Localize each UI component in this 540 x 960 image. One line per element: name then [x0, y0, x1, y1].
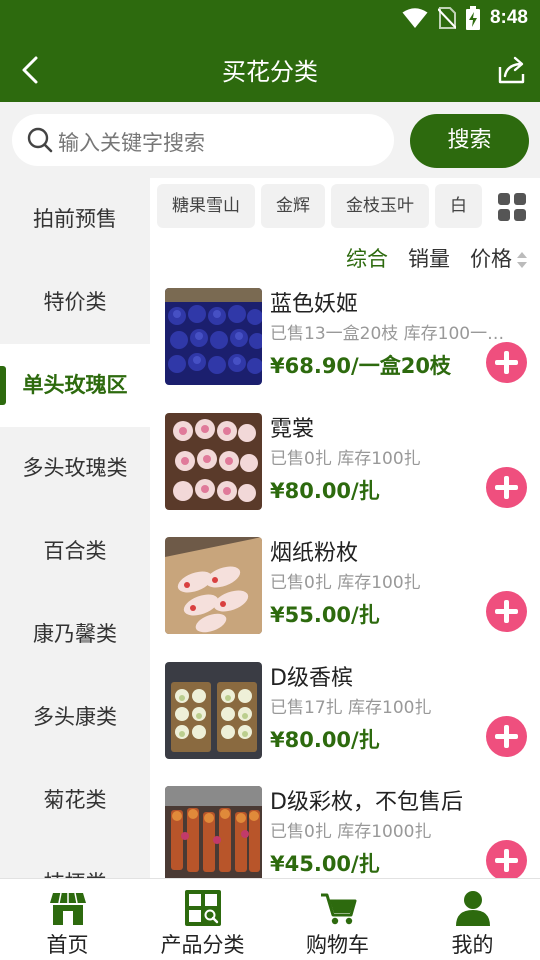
product-image[interactable]: [165, 288, 262, 385]
wifi-icon: [402, 8, 428, 28]
product-item[interactable]: D级彩枚，不包售后 已售0扎 库存1000扎 ¥45.00/扎: [150, 784, 540, 878]
nav-cart[interactable]: 购物车: [270, 879, 405, 960]
subcategory-tags: 糖果雪山 金辉 金枝玉叶白: [157, 184, 487, 230]
nav-mine[interactable]: 我的: [405, 879, 540, 960]
search-input[interactable]: 输入关键字搜索: [12, 114, 394, 166]
share-icon[interactable]: [494, 53, 528, 87]
sort-sales[interactable]: 销量: [408, 243, 450, 273]
sidebar-item-lily[interactable]: 百合类: [0, 510, 150, 593]
tag-item[interactable]: 糖果雪山: [157, 184, 255, 228]
sidebar-item-single-rose[interactable]: 单头玫瑰区: [0, 344, 150, 427]
add-to-cart-button[interactable]: [486, 591, 527, 632]
category-sidebar: 拍前预售 特价类 单头玫瑰区 多头玫瑰类 百合类 康乃馨类 多头康类 菊花类 桔…: [0, 178, 150, 878]
sidebar-item-chrysanthemum[interactable]: 菊花类: [0, 759, 150, 842]
add-to-cart-button[interactable]: [486, 715, 527, 757]
bottom-nav: 首页 产品分类 购物车 我的: [0, 878, 540, 960]
product-item[interactable]: 霓裳 已售0扎 库存100扎 ¥80.00/扎: [150, 411, 540, 536]
sort-comprehensive[interactable]: 综合: [346, 243, 388, 273]
tag-item[interactable]: 白: [435, 184, 482, 228]
product-list: 蓝色妖姬 已售13一盒20枝 库存100一盒20枝 ¥68.90/一盒20枝: [150, 286, 540, 878]
sidebar-item-eustoma[interactable]: 桔梗类: [0, 842, 150, 878]
sidebar-item-multi-rose[interactable]: 多头玫瑰类: [0, 427, 150, 510]
status-time: 8:48: [489, 7, 528, 28]
nav-label: 我的: [451, 933, 494, 957]
add-to-cart-button[interactable]: [486, 342, 527, 383]
product-price: ¥80.00/扎: [270, 478, 380, 503]
product-name: D级香槟: [270, 665, 353, 691]
add-to-cart-button[interactable]: [486, 466, 527, 508]
product-meta: 已售17扎 库存100扎: [270, 697, 432, 718]
sidebar-item-special-price[interactable]: 特价类: [0, 261, 150, 344]
product-meta: 已售13一盒20枝 库存100一盒20枝: [270, 324, 514, 344]
product-price: ¥45.00/扎: [270, 852, 380, 876]
product-image[interactable]: [165, 786, 262, 878]
no-sim-icon: [437, 7, 456, 29]
product-image[interactable]: [165, 661, 262, 759]
page-title: 买花分类: [222, 58, 318, 86]
grid-view-icon[interactable]: [498, 193, 526, 221]
nav-label: 产品分类: [160, 933, 245, 957]
product-name: 蓝色妖姬: [270, 292, 359, 317]
product-meta: 已售0扎 库存100扎: [270, 573, 421, 593]
search-icon: [27, 127, 53, 153]
product-meta: 已售0扎 库存1000扎: [270, 822, 432, 842]
product-item[interactable]: 蓝色妖姬 已售13一盒20枝 库存100一盒20枝 ¥68.90/一盒20枝: [150, 286, 540, 411]
product-meta: 已售0扎 库存100扎: [270, 448, 421, 469]
product-image[interactable]: [165, 412, 262, 510]
product-price: ¥55.00/扎: [270, 603, 380, 627]
tag-item[interactable]: 金辉: [261, 184, 325, 228]
product-name: D级彩枚，不包售后: [270, 790, 463, 815]
product-item[interactable]: 烟纸粉枚 已售0扎 库存100扎 ¥55.00/扎: [150, 535, 540, 660]
nav-category[interactable]: 产品分类: [135, 879, 270, 960]
battery-charging-icon: [465, 6, 480, 30]
nav-label: 首页: [46, 933, 89, 957]
product-image[interactable]: [165, 537, 262, 634]
product-price: ¥80.00/扎: [270, 727, 380, 752]
store-icon: [49, 892, 86, 925]
sidebar-item-multi-carnation[interactable]: 多头康类: [0, 676, 150, 759]
sort-price-label: 价格: [470, 247, 512, 271]
cart-icon: [320, 893, 356, 925]
search-placeholder: 输入关键字搜索: [58, 131, 205, 155]
product-item[interactable]: D级香槟 已售17扎 库存100扎 ¥80.00/扎: [150, 660, 540, 785]
tag-item[interactable]: 金枝玉叶: [331, 184, 429, 228]
sort-arrows-icon: [517, 252, 527, 268]
search-bar: 输入关键字搜索 搜索: [0, 102, 540, 178]
product-price: ¥68.90/一盒20枝: [270, 354, 451, 378]
product-name: 霓裳: [270, 416, 315, 442]
sidebar-item-carnation[interactable]: 康乃馨类: [0, 593, 150, 676]
sidebar-item-presale[interactable]: 拍前预售: [0, 178, 150, 261]
category-icon: [184, 890, 221, 926]
sort-price[interactable]: 价格: [470, 243, 528, 273]
product-name: 烟纸粉枚: [270, 541, 359, 566]
nav-label: 购物车: [306, 933, 369, 957]
sort-bar: 综合 销量 价格: [346, 238, 528, 278]
search-button[interactable]: 搜索: [410, 114, 529, 168]
status-bar: 8:48: [0, 0, 540, 36]
product-panel: 糖果雪山 金辉 金枝玉叶白 综合 销量 价格 蓝色妖姬 已售13一盒20枝 库存…: [150, 178, 540, 878]
add-to-cart-button[interactable]: [486, 840, 527, 878]
app-header: 买花分类: [0, 36, 540, 102]
user-icon: [455, 891, 490, 926]
nav-home[interactable]: 首页: [0, 879, 135, 960]
